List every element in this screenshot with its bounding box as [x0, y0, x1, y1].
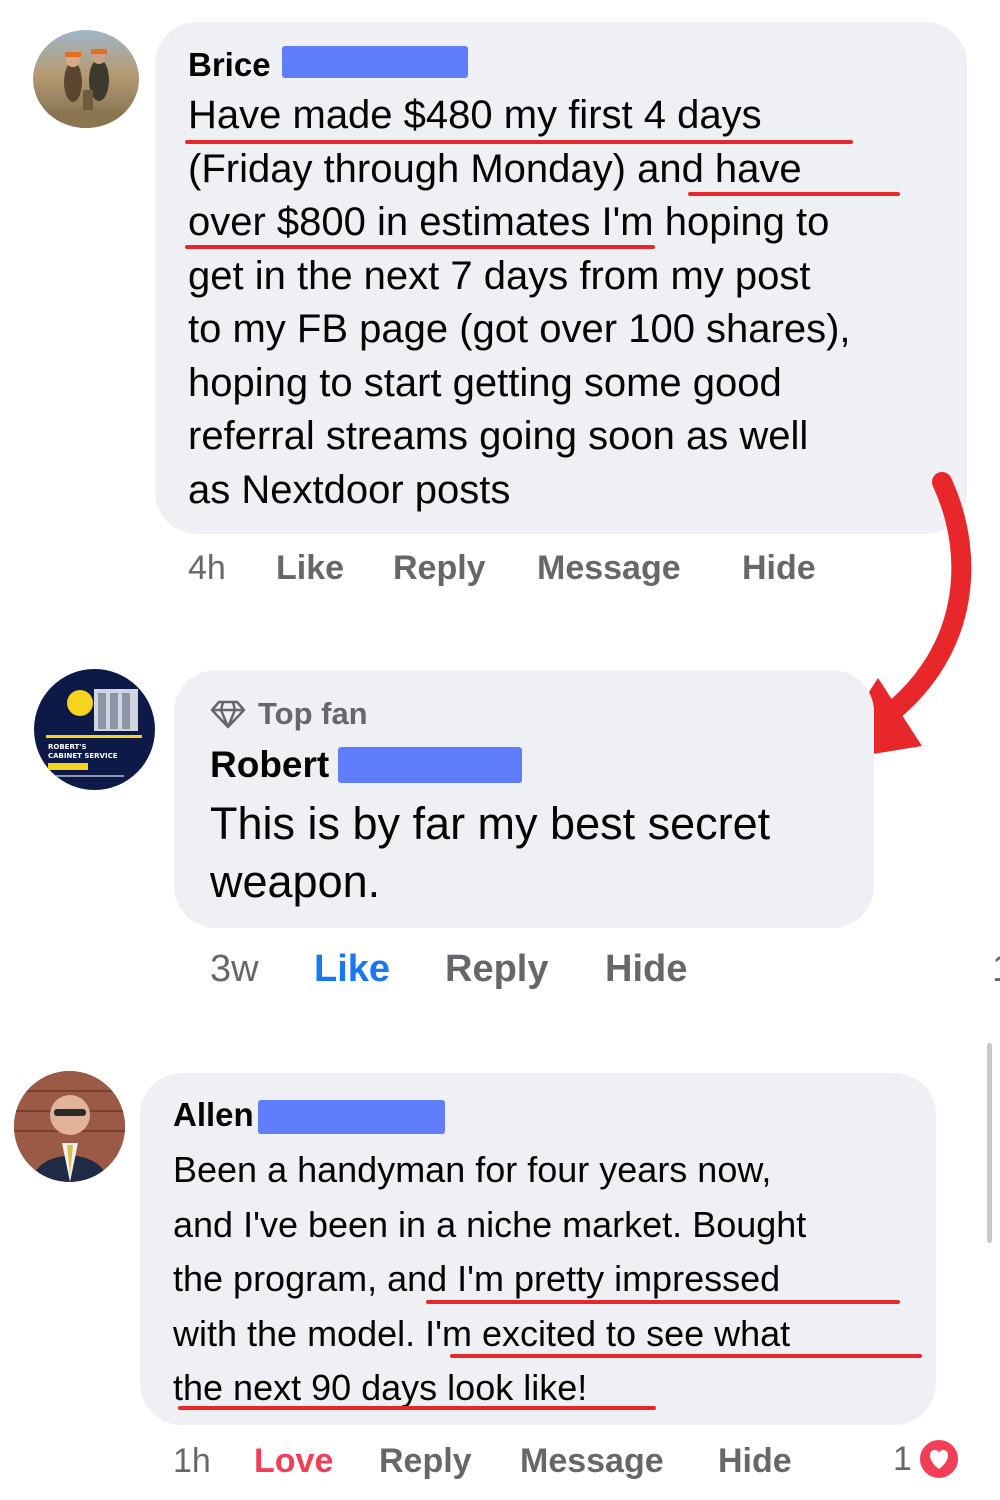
avatar-allen[interactable]: [14, 1071, 125, 1182]
timestamp: 1h: [173, 1442, 211, 1480]
comment-text: Have made $480 my first 4 days (Friday t…: [188, 93, 851, 512]
highlight-underline: [450, 1354, 922, 1358]
hide-button[interactable]: Hide: [718, 1442, 792, 1481]
hide-button[interactable]: Hide: [742, 549, 816, 588]
highlight-underline: [185, 140, 853, 144]
scrollbar[interactable]: [987, 1043, 992, 1243]
svg-text:CABINET SERVICE: CABINET SERVICE: [48, 752, 118, 760]
highlight-underline: [688, 192, 900, 196]
message-button[interactable]: Message: [537, 549, 681, 588]
top-fan-label: Top fan: [258, 696, 368, 731]
reply-button[interactable]: Reply: [379, 1442, 472, 1481]
svg-text:ROBERT'S: ROBERT'S: [48, 743, 87, 751]
highlight-underline: [185, 245, 655, 249]
like-button[interactable]: Like: [314, 948, 390, 991]
love-reaction-icon: [917, 1438, 960, 1480]
like-button[interactable]: Like: [276, 549, 344, 588]
avatar-robert[interactable]: ROBERT'S CABINET SERVICE: [34, 669, 155, 790]
avatar-brice[interactable]: [33, 30, 139, 128]
reaction-summary[interactable]: 1: [893, 1438, 960, 1480]
love-button[interactable]: Love: [254, 1442, 333, 1481]
diamond-icon: [210, 700, 246, 729]
comment-text: This is by far my best secret weapon.: [210, 798, 771, 907]
highlight-underline: [426, 1300, 900, 1304]
cabinet-service-logo: ROBERT'S CABINET SERVICE: [46, 689, 142, 777]
comment-text: Been a handyman for four years now, and …: [173, 1149, 807, 1408]
redaction-bar: [258, 1100, 445, 1134]
hide-button[interactable]: Hide: [605, 948, 687, 991]
redaction-bar: [338, 747, 522, 783]
commenter-name[interactable]: Robert: [210, 744, 329, 786]
reply-button[interactable]: Reply: [393, 549, 486, 588]
commenter-name[interactable]: Brice: [188, 46, 271, 84]
reply-button[interactable]: Reply: [445, 948, 548, 991]
message-button[interactable]: Message: [520, 1442, 664, 1481]
reaction-count: 1: [893, 1439, 912, 1478]
profile-photo: [14, 1071, 125, 1182]
timestamp: 3w: [210, 948, 259, 990]
highlight-underline: [178, 1406, 656, 1410]
top-fan-badge: Top fan: [210, 696, 368, 732]
truncated-count: 1: [992, 948, 1000, 991]
redaction-bar: [282, 46, 468, 78]
timestamp: 4h: [188, 549, 226, 587]
commenter-name[interactable]: Allen: [173, 1096, 254, 1134]
hunters-photo: [33, 49, 139, 128]
